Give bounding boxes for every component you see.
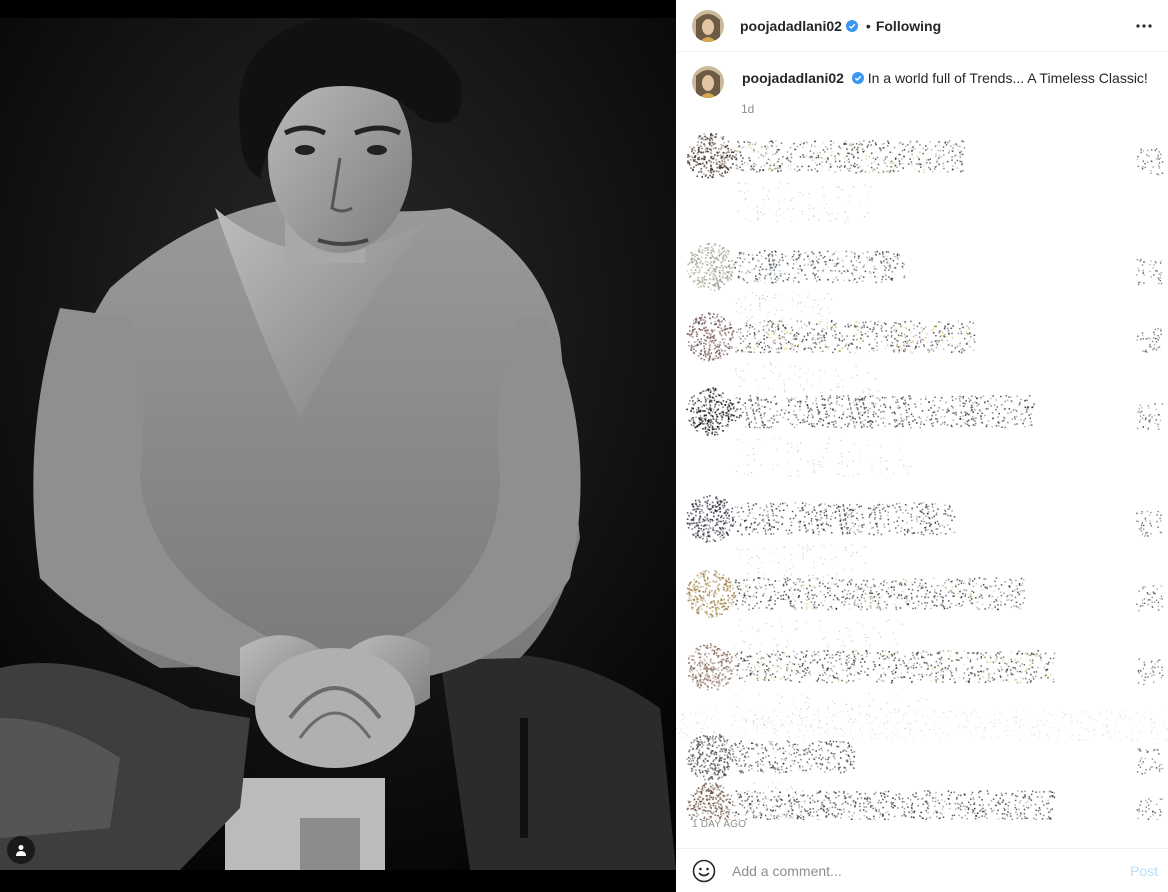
user-tag-icon xyxy=(16,845,26,856)
more-options-button[interactable] xyxy=(1132,14,1156,38)
portrait-photo xyxy=(0,18,676,870)
avatar-image xyxy=(692,66,724,98)
verified-badge-icon xyxy=(845,19,858,32)
verified-badge-icon xyxy=(851,72,864,84)
avatar[interactable] xyxy=(692,9,724,42)
caption-avatar[interactable] xyxy=(692,66,724,98)
following-button[interactable]: Following xyxy=(876,18,941,34)
caption-username[interactable]: poojadadlani02 xyxy=(742,70,844,86)
comments-list-obscured xyxy=(676,120,1168,820)
caption-text: poojadadlani02 In a world full of Trends… xyxy=(742,66,1148,98)
obscured-comments xyxy=(676,132,1168,820)
post-caption: poojadadlani02 In a world full of Trends… xyxy=(692,66,1152,116)
header-username[interactable]: poojadadlani02 xyxy=(740,18,842,34)
post-comment-button[interactable]: Post xyxy=(1130,863,1158,879)
follow-separator: • xyxy=(865,17,871,34)
user-tag-button[interactable] xyxy=(7,836,35,864)
post-photo[interactable] xyxy=(0,0,676,892)
post-date: 1 DAY AGO xyxy=(692,819,747,830)
caption-body: In a world full of Trends... A Timeless … xyxy=(867,70,1148,86)
post-header: poojadadlani02 • Following xyxy=(676,0,1168,52)
comment-input[interactable] xyxy=(732,862,1130,879)
add-comment-bar: Post xyxy=(676,848,1168,892)
post-side-panel: poojadadlani02 • Following poojadadlani0… xyxy=(676,0,1168,892)
caption-timestamp[interactable]: 1d xyxy=(741,102,754,116)
avatar-image xyxy=(692,9,724,42)
more-options-icon xyxy=(1136,24,1152,28)
emoji-icon[interactable] xyxy=(692,859,716,883)
instagram-post-dialog: poojadadlani02 • Following poojadadlani0… xyxy=(0,0,1168,892)
